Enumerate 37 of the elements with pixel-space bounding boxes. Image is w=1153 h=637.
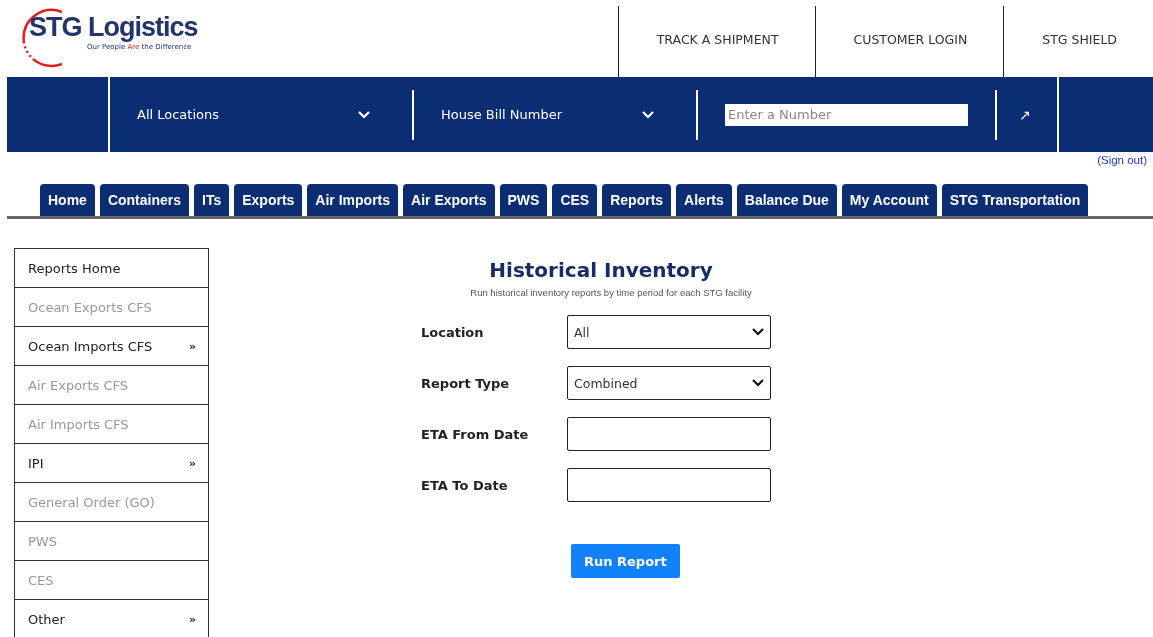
nav-tab[interactable]: Containers <box>99 184 190 216</box>
nav-tab[interactable]: CES <box>552 184 598 216</box>
nav-tab[interactable]: Exports <box>234 184 303 216</box>
field-label: Location <box>421 324 485 340</box>
chevron-down-icon <box>752 379 764 387</box>
page-title: Historical Inventory <box>489 258 713 282</box>
select-field[interactable]: All <box>567 315 771 349</box>
run-report-button[interactable]: Run Report <box>571 544 680 578</box>
date-input-field[interactable] <box>567 417 771 451</box>
field-label: ETA To Date <box>421 477 509 493</box>
chevron-down-icon <box>358 110 370 119</box>
nav-tab[interactable]: ITs <box>194 184 230 216</box>
location-dropdown[interactable]: All Locations <box>110 107 412 122</box>
number-type-dropdown[interactable]: House Bill Number <box>414 107 696 122</box>
nav-tab[interactable]: Balance Due <box>736 184 837 216</box>
date-input-field[interactable] <box>567 468 771 502</box>
number-input-field[interactable]: Enter a Number <box>725 103 968 126</box>
chevron-down-icon <box>752 328 764 336</box>
sidebar-item[interactable]: Reports Home <box>15 249 208 288</box>
nav-tab[interactable]: Air Exports <box>403 184 495 216</box>
nav-tab[interactable]: Alerts <box>676 184 732 216</box>
select-field[interactable]: Combined <box>567 366 771 400</box>
nav-tab[interactable]: My Account <box>841 184 937 216</box>
field-label: Report Type <box>421 375 511 391</box>
nav-tab[interactable]: Home <box>40 184 95 216</box>
sidebar-item[interactable]: IPI » <box>15 444 208 483</box>
go-button[interactable]: ↗ <box>1019 106 1031 123</box>
sidebar-item[interactable]: Ocean Imports CFS » <box>15 327 208 366</box>
sign-out-link[interactable]: (Sign out) <box>1097 154 1147 168</box>
nav-tab[interactable]: Reports <box>602 184 672 216</box>
nav-tab[interactable]: PWS <box>499 184 548 216</box>
nav-tab[interactable]: STG Transportation <box>941 184 1089 216</box>
page-subtitle: Run historical inventory reports by time period for each STG facility <box>470 287 752 298</box>
sidebar-item[interactable]: Other » <box>15 600 208 637</box>
chevron-down-icon <box>642 110 654 119</box>
field-label: ETA From Date <box>421 426 530 442</box>
nav-tab[interactable]: Air Imports <box>307 184 399 216</box>
